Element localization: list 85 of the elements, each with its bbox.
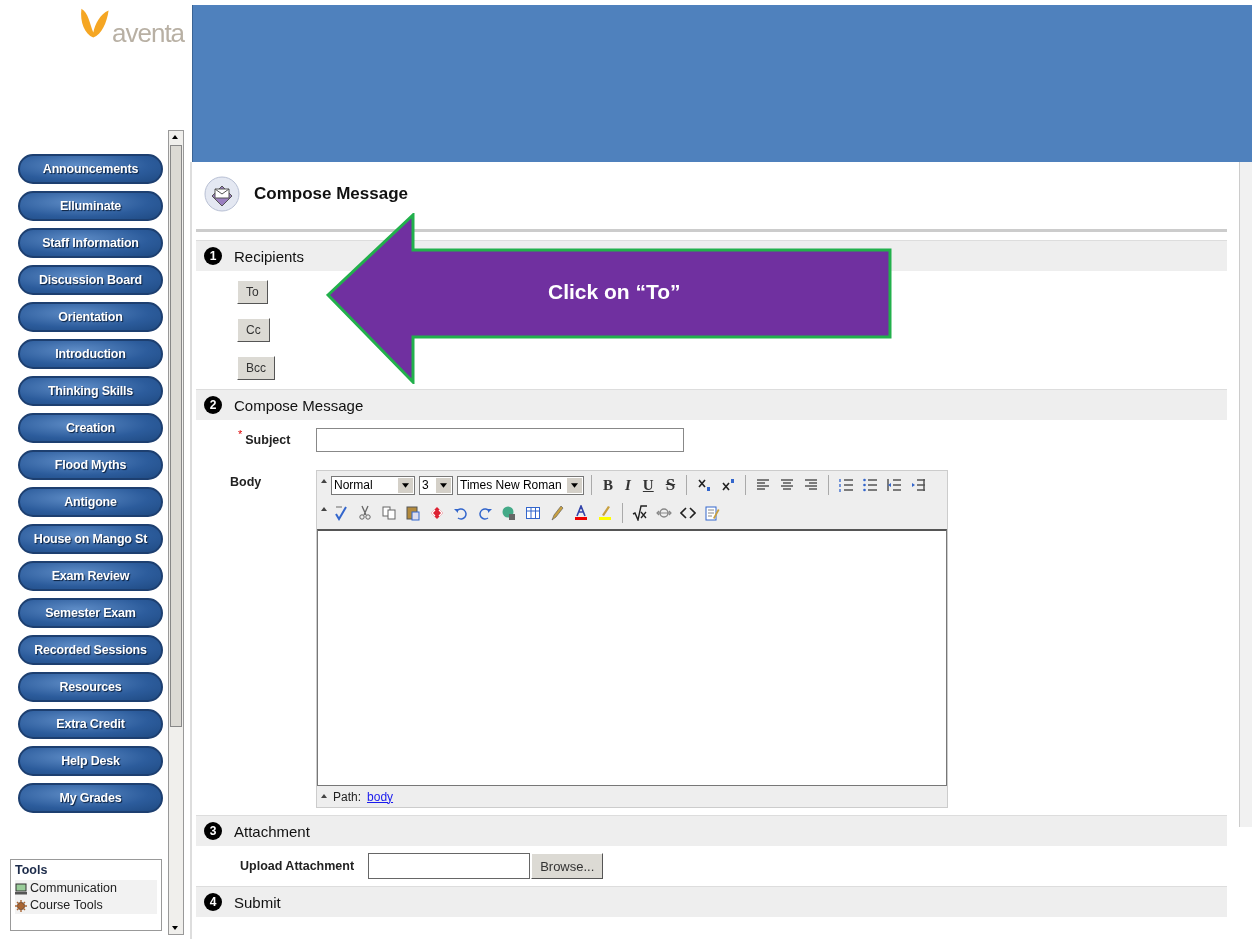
- dropdown-arrow-icon: [571, 482, 578, 488]
- undo-icon[interactable]: [453, 505, 469, 521]
- nav-button[interactable]: Exam Review: [18, 561, 163, 591]
- nav-button[interactable]: Recorded Sessions: [18, 635, 163, 665]
- step-number: 4: [204, 893, 222, 911]
- gear-icon: [15, 899, 27, 912]
- collapse-icon[interactable]: [321, 794, 327, 798]
- dropdown-arrow-icon: [440, 482, 447, 488]
- collapse-icon[interactable]: [321, 479, 327, 483]
- redo-icon[interactable]: [477, 505, 493, 521]
- paste-icon[interactable]: [405, 505, 421, 521]
- style-button[interactable]: B: [599, 476, 617, 494]
- nav-button[interactable]: Antigone: [18, 487, 163, 517]
- subject-field[interactable]: [316, 428, 684, 452]
- superscript-icon[interactable]: [720, 477, 737, 493]
- step-number: 3: [204, 822, 222, 840]
- sidebar-scrollbar[interactable]: [168, 130, 184, 935]
- path-link[interactable]: body: [367, 789, 394, 804]
- align-center-icon[interactable]: [779, 477, 796, 493]
- format-dropdown[interactable]: Normal: [331, 475, 415, 495]
- collapse-icon[interactable]: [321, 507, 327, 511]
- align-left-icon[interactable]: [755, 477, 772, 493]
- section-title: Attachment: [234, 822, 310, 840]
- square-root-icon[interactable]: [632, 505, 648, 521]
- embed-icon[interactable]: [656, 505, 672, 521]
- nav-button[interactable]: Flood Myths: [18, 450, 163, 480]
- globe-link-icon[interactable]: [501, 505, 517, 521]
- monitor-icon: [15, 882, 27, 895]
- numbered-list-icon[interactable]: [838, 477, 855, 493]
- path-label: Path:: [333, 789, 362, 804]
- recipient-button[interactable]: Bcc: [237, 356, 275, 380]
- browse-button[interactable]: Browse...: [531, 853, 604, 879]
- nav-button[interactable]: Semester Exam: [18, 598, 163, 628]
- subscript-icon[interactable]: [696, 477, 713, 493]
- pencil-icon[interactable]: [549, 505, 565, 521]
- file-field[interactable]: [368, 853, 531, 879]
- section-title: Recipients: [234, 247, 305, 265]
- text-color-icon[interactable]: [573, 505, 589, 521]
- subject-label: Subject: [245, 432, 291, 449]
- section-title: Compose Message: [234, 396, 364, 414]
- nav-button[interactable]: Resources: [18, 672, 163, 702]
- nav-button[interactable]: Discussion Board: [18, 265, 163, 295]
- nav-button[interactable]: My Grades: [18, 783, 163, 813]
- tools-item[interactable]: Communication: [15, 880, 157, 897]
- source-code-icon[interactable]: [429, 505, 445, 521]
- outdent-icon[interactable]: [886, 477, 903, 493]
- recipient-button[interactable]: Cc: [237, 318, 270, 342]
- align-right-icon[interactable]: [803, 477, 820, 493]
- table-icon[interactable]: [525, 505, 541, 521]
- nav-button[interactable]: Orientation: [18, 302, 163, 332]
- nav-button[interactable]: Extra Credit: [18, 709, 163, 739]
- nav-button[interactable]: Creation: [18, 413, 163, 443]
- font-dropdown[interactable]: Times New Roman: [457, 475, 584, 495]
- copy-icon[interactable]: [381, 505, 397, 521]
- tools-item[interactable]: Course Tools: [15, 897, 157, 914]
- required-mark: *: [238, 428, 243, 442]
- style-button[interactable]: U: [638, 476, 658, 494]
- nav-button[interactable]: Staff Information: [18, 228, 163, 258]
- nav-button[interactable]: Elluminate: [18, 191, 163, 221]
- scissors-icon[interactable]: [357, 505, 373, 521]
- body-label: Body: [230, 474, 262, 491]
- nav-button[interactable]: Introduction: [18, 339, 163, 369]
- logo-text: aventa: [112, 18, 185, 49]
- style-button[interactable]: S: [661, 475, 680, 495]
- step-number: 1: [204, 247, 222, 265]
- angle-brackets-icon[interactable]: [680, 505, 696, 521]
- style-button[interactable]: I: [621, 476, 635, 494]
- nav-button[interactable]: Announcements: [18, 154, 163, 184]
- bullet-list-icon[interactable]: [862, 477, 879, 493]
- recipient-button[interactable]: To: [237, 280, 268, 304]
- document-edit-icon[interactable]: [704, 505, 720, 521]
- nav-button[interactable]: House on Mango St: [18, 524, 163, 554]
- nav-button[interactable]: Thinking Skills: [18, 376, 163, 406]
- dropdown-arrow-icon: [402, 482, 409, 488]
- upload-label: Upload Attachment: [240, 859, 355, 873]
- step-number: 2: [204, 396, 222, 414]
- spellcheck-icon[interactable]: [333, 505, 349, 521]
- nav-button[interactable]: Help Desk: [18, 746, 163, 776]
- page-title: Compose Message: [254, 184, 408, 204]
- callout-text: Click on “To”: [548, 280, 681, 304]
- tools-title: Tools: [15, 863, 49, 877]
- envelope-icon: [204, 176, 240, 212]
- indent-icon[interactable]: [910, 477, 927, 493]
- size-dropdown[interactable]: 3: [419, 475, 453, 495]
- section-title: Submit: [234, 893, 281, 911]
